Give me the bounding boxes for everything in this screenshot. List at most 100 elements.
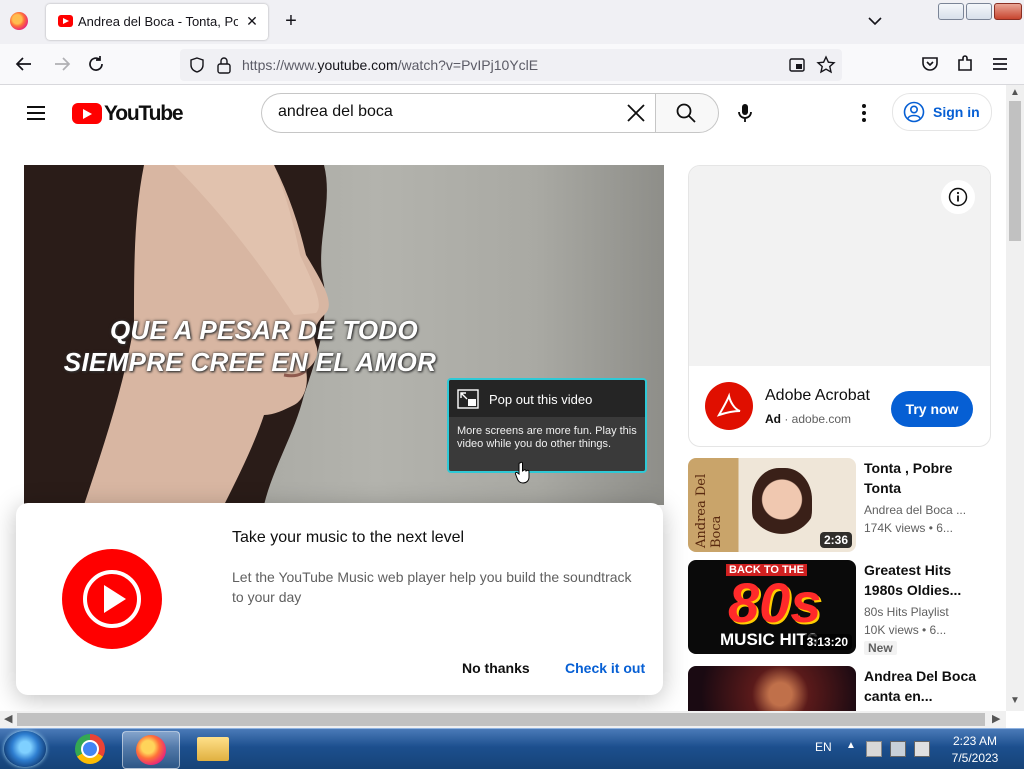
ad-card[interactable]: Adobe Acrobat Ad · adobe.com Try now (688, 165, 991, 447)
browser-tab-active[interactable]: Andrea del Boca - Tonta, Pobre Tonta - Y… (46, 4, 268, 40)
video-duration-badge: 2:36 (819, 532, 852, 548)
window-close-button[interactable] (994, 3, 1022, 20)
taskbar-firefox[interactable] (122, 731, 180, 769)
scroll-up-arrow-icon[interactable]: ▲ (1010, 87, 1020, 98)
recommendation-item[interactable]: Andrea Del Boca 2:36 Tonta , Pobre Tonta… (688, 458, 988, 554)
bookmark-star-icon[interactable] (816, 55, 836, 75)
recommendation-stats: 174K views • 6... (864, 521, 953, 535)
extensions-puzzle-icon[interactable] (953, 52, 977, 76)
thumbnail-text: Andrea Del Boca (694, 473, 724, 548)
windows-taskbar: EN ▲ 2:23 AM 7/5/2023 (0, 728, 1024, 769)
recommendation-channel[interactable]: 80s Hits Playlist (864, 605, 949, 619)
recommendation-item[interactable]: Andrea Del Boca canta en... (688, 666, 988, 711)
ad-label: Ad (765, 412, 781, 426)
folder-icon (197, 737, 229, 761)
recommendation-item[interactable]: BACK TO THE 80s MUSIC HITS 3:13:20 Great… (688, 560, 988, 656)
scroll-down-arrow-icon[interactable]: ▼ (1010, 695, 1020, 706)
account-circle-icon (903, 101, 925, 123)
recommendation-thumbnail[interactable] (688, 666, 856, 711)
url-path: /watch?v=PvIPj10YclE (397, 57, 539, 73)
horizontal-scrollbar[interactable]: ◀ ▶ (0, 711, 1006, 728)
info-icon (948, 187, 968, 207)
back-arrow-icon[interactable] (12, 52, 36, 76)
recommendation-thumbnail[interactable]: BACK TO THE 80s MUSIC HITS 3:13:20 (688, 560, 856, 654)
browser-nav-bar: https://www.youtube.com/watch?v=PvIPj10Y… (0, 44, 1024, 85)
url-prefix: https://www. (242, 57, 318, 73)
network-icon[interactable] (890, 741, 906, 757)
vertical-scrollbar[interactable]: ▲ ▼ (1006, 85, 1024, 711)
firefox-icon[interactable] (10, 12, 28, 30)
volume-icon[interactable] (914, 741, 930, 757)
sign-in-label: Sign in (933, 104, 980, 120)
recommendation-title[interactable]: Tonta , Pobre Tonta (864, 458, 982, 498)
scroll-right-arrow-icon[interactable]: ▶ (992, 712, 1000, 725)
url-text[interactable]: https://www.youtube.com/watch?v=PvIPj10Y… (242, 57, 538, 73)
tracking-protection-shield-icon[interactable] (188, 56, 206, 74)
clear-search-icon[interactable] (626, 103, 646, 123)
list-all-tabs-icon[interactable] (864, 10, 886, 32)
promo-title: Take your music to the next level (232, 529, 465, 546)
search-icon (676, 103, 696, 123)
check-it-out-button[interactable]: Check it out (565, 660, 645, 676)
pop-out-header[interactable]: Pop out this video (449, 380, 645, 417)
pop-out-icon (457, 389, 479, 409)
vertical-scroll-thumb[interactable] (1009, 101, 1021, 241)
recommendation-title[interactable]: Greatest Hits 1980s Oldies... (864, 560, 982, 600)
action-center-flag-icon[interactable] (866, 741, 882, 757)
url-domain: youtube.com (317, 57, 398, 73)
video-duration-badge: 3:13:20 (802, 634, 852, 650)
video-subtitle-line-2: SIEMPRE CREE EN EL AMOR (63, 347, 437, 377)
youtube-header: YouTube andrea del boca Sign in (0, 85, 1006, 141)
tab-close-icon[interactable]: ✕ (242, 11, 262, 31)
recommendation-thumbnail[interactable]: Andrea Del Boca 2:36 (688, 458, 856, 552)
taskbar-chrome[interactable] (62, 731, 118, 767)
youtube-logo[interactable]: YouTube (72, 102, 184, 125)
url-bar[interactable]: https://www.youtube.com/watch?v=PvIPj10Y… (180, 49, 842, 81)
ad-meta: Ad · adobe.com (765, 412, 852, 426)
try-now-label: Try now (905, 401, 959, 417)
recommendation-channel[interactable]: Andrea del Boca ... (864, 503, 966, 517)
no-thanks-button[interactable]: No thanks (462, 660, 530, 676)
recommendation-title[interactable]: Andrea Del Boca canta en... (864, 666, 982, 706)
new-tab-button[interactable]: + (280, 10, 302, 32)
guide-menu-icon[interactable] (24, 101, 48, 125)
start-button[interactable] (4, 731, 46, 767)
clock-date[interactable]: 7/5/2023 (940, 751, 1010, 765)
window-maximize-button[interactable] (966, 3, 992, 20)
youtube-logo-text: YouTube (104, 102, 184, 125)
forward-arrow-icon[interactable] (50, 52, 74, 76)
promo-description: Let the YouTube Music web player help yo… (232, 569, 632, 605)
search-button[interactable] (655, 93, 719, 133)
language-indicator[interactable]: EN (815, 740, 832, 754)
scroll-left-arrow-icon[interactable]: ◀ (4, 712, 12, 725)
acrobat-icon (716, 392, 741, 417)
settings-more-vert-icon[interactable] (854, 101, 874, 125)
video-subtitle-line-1: QUE A PESAR DE TODO (109, 315, 419, 345)
adobe-acrobat-logo[interactable] (705, 382, 753, 430)
try-now-button[interactable]: Try now (891, 391, 973, 427)
ad-info-button[interactable] (941, 180, 975, 214)
window-minimize-button[interactable] (938, 3, 964, 20)
app-menu-icon[interactable] (988, 52, 1012, 76)
clock-time[interactable]: 2:23 AM (940, 734, 1010, 748)
recommendation-stats: 10K views • 6... (864, 623, 947, 637)
reload-icon[interactable] (84, 52, 108, 76)
taskbar-file-explorer[interactable] (184, 731, 240, 767)
youtube-music-logo-icon (62, 549, 162, 649)
thumbnail-portrait (752, 468, 812, 538)
hand-cursor-icon (514, 461, 530, 484)
pocket-icon[interactable] (918, 52, 942, 76)
ad-advertiser-name[interactable]: Adobe Acrobat (765, 387, 870, 405)
search-input[interactable]: andrea del boca (278, 103, 393, 121)
sign-in-button[interactable]: Sign in (892, 93, 992, 131)
lock-icon[interactable] (216, 56, 232, 74)
horizontal-scroll-thumb[interactable] (17, 713, 985, 726)
show-hidden-icons-icon[interactable]: ▲ (846, 740, 856, 751)
voice-search-mic-icon[interactable] (733, 101, 757, 125)
thumbnail-text: 80s (728, 571, 822, 634)
picture-in-picture-icon[interactable] (788, 56, 806, 74)
youtube-music-promo-dialog: Take your music to the next level Let th… (16, 503, 663, 695)
pop-out-tooltip[interactable]: Pop out this video More screens are more… (447, 378, 647, 473)
search-box[interactable]: andrea del boca (261, 93, 656, 133)
tab-title: Andrea del Boca - Tonta, Pobre Tonta - Y… (78, 14, 238, 29)
